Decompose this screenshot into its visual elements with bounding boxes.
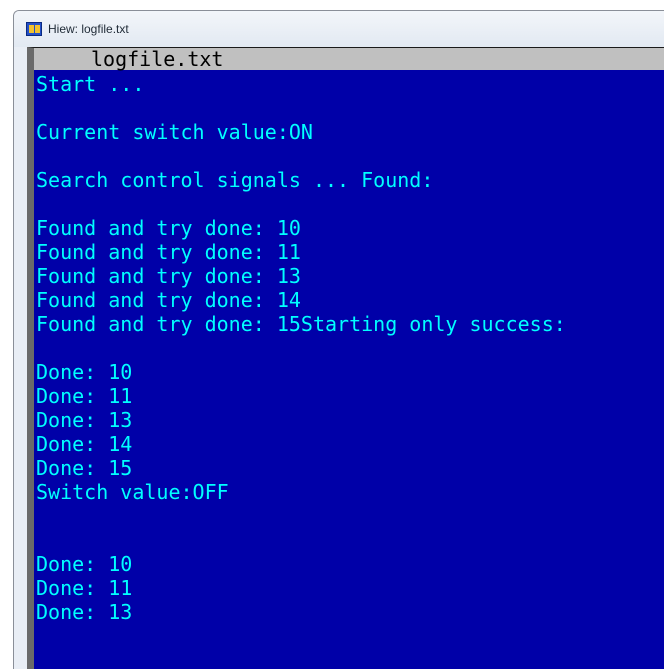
log-lines: Start ... Current switch value:ON Search c… [36, 72, 664, 624]
log-line: Done: 11 [36, 576, 133, 600]
filename-label: logfile.txt [91, 47, 224, 71]
log-line: Current switch value:ON [36, 120, 313, 144]
vertical-scrollbar[interactable]: ▲ [27, 49, 37, 74]
window-title: Hiew: logfile.txt [48, 22, 129, 36]
log-line: Found and try done: 15Starting only succ… [36, 312, 566, 336]
log-line: Done: 13 [36, 408, 133, 432]
log-line: Done: 13 [36, 600, 133, 624]
log-line: Done: 11 [36, 384, 133, 408]
log-line: Done: 15 [36, 456, 133, 480]
log-line: Found and try done: 13 [36, 264, 301, 288]
log-line: Start ... [36, 72, 145, 96]
log-line: Switch value:OFF [36, 480, 229, 504]
arrow-up-icon[interactable]: ▲ [34, 49, 37, 59]
log-line: Done: 10 [36, 552, 133, 576]
log-line: Done: 10 [36, 360, 133, 384]
log-line: Found and try done: 14 [36, 288, 301, 312]
scroll-thumb[interactable] [27, 62, 34, 74]
file-header-bar: logfile.txt [34, 48, 664, 70]
hiew-window: Hiew: logfile.txt ▲ logfile.txt Start ..… [13, 10, 664, 669]
hiew-app-icon[interactable] [26, 22, 42, 36]
log-line: Found and try done: 11 [36, 240, 301, 264]
log-line: Search control signals ... Found: [36, 168, 434, 192]
title-bar[interactable]: Hiew: logfile.txt [14, 11, 664, 47]
log-line: Done: 14 [36, 432, 133, 456]
log-line: Found and try done: 10 [36, 216, 301, 240]
hex-editor-text-view[interactable]: ▲ logfile.txt Start ... Current switch va… [27, 47, 664, 669]
